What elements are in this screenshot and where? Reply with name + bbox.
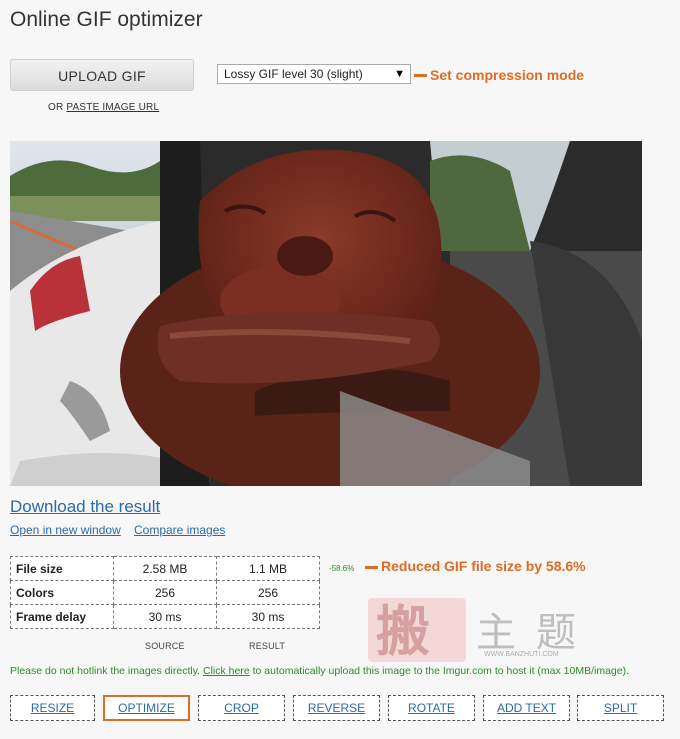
notice-text-before: Please do not hotlink the images directl… xyxy=(10,665,201,677)
tool-tab-add-text[interactable]: ADD TEXT xyxy=(483,695,570,721)
tool-tab-resize[interactable]: RESIZE xyxy=(10,695,95,721)
svg-text:主: 主 xyxy=(476,610,516,656)
compression-annotation: Set compression mode xyxy=(430,67,585,83)
click-here-link[interactable]: Click here xyxy=(203,665,250,677)
tool-tab-label: OPTIMIZE xyxy=(118,701,175,715)
table-row: Colors 256 256 xyxy=(10,580,320,605)
stat-label: File size xyxy=(10,556,114,581)
hotlink-notice: Please do not hotlink the images directl… xyxy=(10,665,629,677)
tool-tab-label: RESIZE xyxy=(30,701,75,715)
table-row: File size 2.58 MB 1.1 MB xyxy=(10,556,320,581)
svg-text:搬: 搬 xyxy=(376,600,430,663)
tool-tab-label: ROTATE xyxy=(408,701,455,715)
stat-source-value: 2.58 MB xyxy=(113,556,217,581)
compression-annotation-line xyxy=(414,74,427,77)
table-row: Frame delay 30 ms 30 ms xyxy=(10,604,320,629)
tool-tab-label: SPLIT xyxy=(603,701,638,715)
tool-tab-label: CROP xyxy=(224,701,259,715)
page-title: Online GIF optimizer xyxy=(10,8,203,31)
tool-tab-optimize[interactable]: OPTIMIZE xyxy=(103,695,190,721)
upload-gif-button[interactable]: UPLOAD GIF xyxy=(10,59,194,91)
stat-result-value: 1.1 MB xyxy=(216,556,320,581)
dropdown-arrow-icon: ▼ xyxy=(394,68,405,80)
stat-source-value: 30 ms xyxy=(113,604,217,629)
compare-images-link[interactable]: Compare images xyxy=(134,523,225,537)
stats-table: File size 2.58 MB 1.1 MB Colors 256 256 … xyxy=(10,556,320,629)
size-annotation-line xyxy=(365,566,378,569)
svg-text:题: 题 xyxy=(536,610,576,656)
compression-select[interactable]: Lossy GIF level 30 (slight) ▼ xyxy=(217,64,411,84)
paste-url-row: OR PASTE IMAGE URL xyxy=(48,102,159,113)
download-result-link[interactable]: Download the result xyxy=(10,497,160,517)
notice-text-after: to automatically upload this image to th… xyxy=(252,665,630,677)
tool-tab-split[interactable]: SPLIT xyxy=(577,695,664,721)
stat-label: Frame delay xyxy=(10,604,114,629)
source-column-label: SOURCE xyxy=(145,641,185,651)
stat-result-value: 30 ms xyxy=(216,604,320,629)
compression-selected-value: Lossy GIF level 30 (slight) xyxy=(224,67,363,81)
gif-preview-image xyxy=(10,141,642,486)
size-annotation: Reduced GIF file size by 58.6% xyxy=(381,558,586,574)
stat-label: Colors xyxy=(10,580,114,605)
size-reduction-percent: -58.6% xyxy=(329,564,355,573)
tool-tab-label: REVERSE xyxy=(307,701,366,715)
or-label: OR xyxy=(48,102,64,113)
open-new-window-link[interactable]: Open in new window xyxy=(10,523,121,537)
tool-tab-rotate[interactable]: ROTATE xyxy=(388,695,475,721)
tool-tab-crop[interactable]: CROP xyxy=(198,695,285,721)
tool-tab-label: ADD TEXT xyxy=(496,701,557,715)
paste-image-url-link[interactable]: PASTE IMAGE URL xyxy=(66,102,159,113)
stat-result-value: 256 xyxy=(216,580,320,605)
tool-tab-reverse[interactable]: REVERSE xyxy=(293,695,380,721)
stat-source-value: 256 xyxy=(113,580,217,605)
watermark-url: WWW.BANZHUTI.COM xyxy=(484,651,559,658)
result-column-label: RESULT xyxy=(249,641,286,651)
